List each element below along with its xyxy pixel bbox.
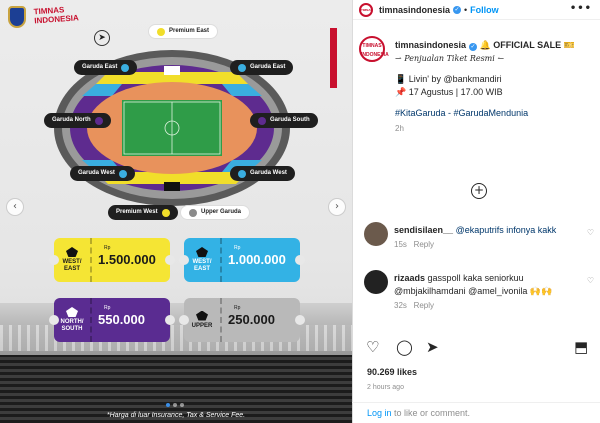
zone-color-icon <box>157 27 165 36</box>
zone-garuda-north: Garuda North <box>44 113 111 128</box>
post-sidebar: TIMNAS timnasindonesia ✓ • Follow ••• TI… <box>352 0 600 423</box>
caption-title: OFFICIAL SALE <box>493 40 562 50</box>
login-prompt: Log in to like or comment. <box>352 402 600 423</box>
zone-color-icon <box>189 208 197 217</box>
timnas-logo-text: TIMNAS INDONESIA <box>33 5 80 26</box>
caption-avatar[interactable]: TIMNAS INDONESIA <box>359 36 389 62</box>
comment-like-icon[interactable]: ♡ <box>587 228 594 237</box>
follow-button[interactable]: Follow <box>470 5 499 15</box>
load-more-comments-button[interactable]: + <box>471 183 487 199</box>
like-icon[interactable]: ♡ <box>366 338 379 356</box>
carousel-next-button[interactable]: › <box>328 198 346 216</box>
zone-garuda-east-right: Garuda East <box>230 60 294 75</box>
share-icon[interactable]: ➤ <box>426 338 439 356</box>
verified-icon: ✓ <box>453 5 462 14</box>
zone-color-icon <box>238 63 246 72</box>
comment-avatar[interactable] <box>364 222 388 246</box>
comment-avatar[interactable] <box>364 270 388 294</box>
reply-button[interactable]: Reply <box>414 301 434 310</box>
avatar[interactable]: TIMNAS <box>359 2 373 17</box>
zone-color-icon <box>161 208 170 217</box>
garuda-icon <box>196 310 208 321</box>
garuda-icon <box>66 307 78 317</box>
zone-premium-west: Premium West <box>108 205 178 220</box>
zone-color-icon <box>118 169 127 178</box>
zone-garuda-east-left: Garuda East <box>74 60 138 75</box>
comment-like-icon[interactable]: ♡ <box>587 276 594 285</box>
zone-upper-garuda: Upper Garuda <box>180 205 251 220</box>
more-options-icon[interactable]: ••• <box>570 3 592 15</box>
reply-button[interactable]: Reply <box>414 240 434 249</box>
pssi-logo <box>8 6 26 28</box>
zone-garuda-south: Garuda South <box>250 113 318 128</box>
zone-garuda-west-right: Garuda West <box>230 166 295 181</box>
zone-color-icon <box>258 116 266 125</box>
caption-subtitle: ⇀ Penjualan Tiket Resmi ↼ <box>395 54 505 63</box>
like-count[interactable]: 90.269 likes <box>367 367 417 378</box>
comment-username[interactable]: rizaads <box>394 273 425 283</box>
post-header: TIMNAS timnasindonesia ✓ • Follow ••• <box>353 0 600 20</box>
zone-premium-east: Premium East <box>148 24 219 39</box>
ticket-icon: 🎫 <box>563 40 575 50</box>
comment-username[interactable]: sendisilaen__ <box>394 225 453 235</box>
instagram-post: TIMNAS INDONESIA ➤ Premium East Garuda E… <box>0 0 600 423</box>
verified-icon: ✓ <box>469 43 478 51</box>
zone-color-icon <box>121 63 130 72</box>
post-actions: ♡ ◯ ➤ ⬒ <box>364 338 594 358</box>
carousel-prev-button[interactable]: ‹ <box>6 198 24 216</box>
caption-line-bank: 📱 Livin' by @bankmandiri <box>395 74 502 84</box>
caption-hashtags[interactable]: #KitaGaruda - #GarudaMendunia <box>395 107 595 120</box>
carousel-indicator <box>166 403 184 407</box>
garuda-icon <box>196 247 208 257</box>
username-link[interactable]: timnasindonesia <box>379 5 450 15</box>
garuda-icon <box>66 247 78 257</box>
caption-username[interactable]: timnasindonesia <box>395 40 466 50</box>
zone-color-icon <box>238 169 246 178</box>
ticket-garuda-west-east: WEST/ EAST Rp 1.000.000 <box>179 238 305 282</box>
comment-text: @ekaputrifs infonya kakk <box>455 225 557 235</box>
zone-garuda-west-left: Garuda West <box>70 166 135 181</box>
compass-icon: ➤ <box>94 30 110 46</box>
post-image[interactable]: TIMNAS INDONESIA ➤ Premium East Garuda E… <box>0 0 352 423</box>
save-icon[interactable]: ⬒ <box>574 338 588 356</box>
price-footnote: *Harga di luar Insurance, Tax & Service … <box>106 412 246 419</box>
caption-line-date: 📌 17 Agustus | 17.00 WIB <box>395 87 503 97</box>
caption-time: 2h <box>395 124 404 133</box>
zone-color-icon <box>94 116 103 125</box>
brand-stripe <box>330 28 337 88</box>
comment-icon[interactable]: ◯ <box>396 338 413 356</box>
login-link[interactable]: Log in <box>367 408 392 418</box>
ticket-premium: WEST/ EAST Rp 1.500.000 <box>49 238 175 282</box>
ticket-garuda-north-south: NORTH/ SOUTH Rp 550.000 <box>49 298 175 342</box>
bell-icon: 🔔 <box>479 40 491 50</box>
post-timestamp: 2 hours ago <box>367 384 404 391</box>
ticket-upper: UPPER Rp 250.000 <box>179 298 305 342</box>
